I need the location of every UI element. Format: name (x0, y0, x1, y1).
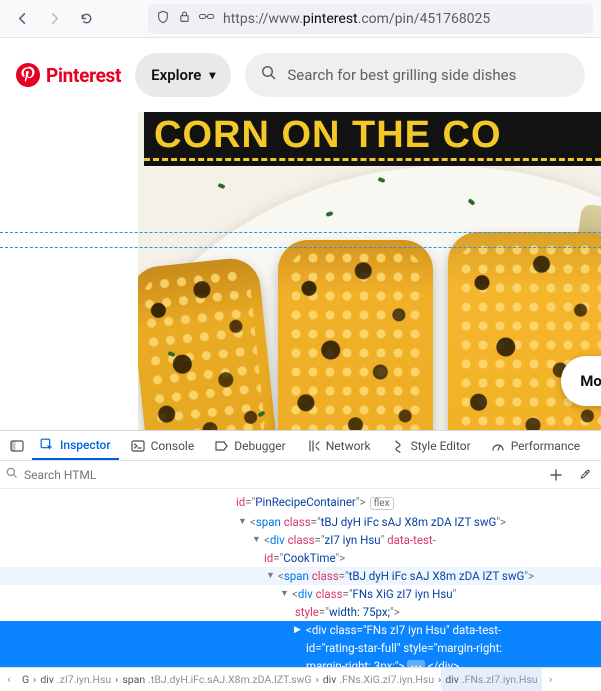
corn-cob (278, 240, 433, 430)
forward-button[interactable] (40, 5, 68, 33)
browser-toolbar: https://www.pinterest.com/pin/451768025 (0, 0, 601, 38)
dock-side-icon[interactable] (6, 435, 28, 457)
permissions-icon[interactable] (199, 10, 215, 27)
chevron-down-icon: ▾ (209, 68, 215, 82)
search-input[interactable]: Search for best grilling side dishes (245, 53, 585, 97)
tab-style-editor[interactable]: Style Editor (383, 431, 479, 460)
dom-node[interactable]: ▼<div class="FNs XiG zI7 iyn Hsu" (0, 585, 601, 603)
breadcrumbs: ‹ G › div.zI7.iyn.Hsu › span.tBJ.dyH.iFc… (0, 667, 601, 691)
lock-icon (178, 10, 191, 27)
breadcrumb-item[interactable]: span.tBJ.dyH.iFc.sAJ.X8m.zDA.IZT.swG (118, 668, 315, 691)
dom-node-selected[interactable]: ▶<div class="FNs zI7 iyn Hsu" data-test-… (0, 621, 601, 667)
shield-icon (156, 10, 170, 28)
breadcrumb-item[interactable]: G (18, 668, 33, 691)
eyedropper-button[interactable] (573, 464, 595, 486)
flex-badge[interactable]: flex (370, 497, 394, 510)
tab-performance[interactable]: Performance (483, 431, 588, 460)
search-icon (261, 65, 277, 85)
back-button[interactable] (8, 5, 36, 33)
pin-title-overlay: CORN ON THE CO (144, 112, 601, 158)
tab-inspector[interactable]: Inspector (32, 431, 119, 460)
devtools-tabs: Inspector Console Debugger Network Style… (0, 431, 601, 461)
tab-debugger[interactable]: Debugger (206, 431, 294, 460)
brand-logo[interactable]: Pinterest (16, 63, 121, 87)
site-header: Pinterest Explore ▾ Search for best gril… (0, 38, 601, 112)
dom-node[interactable]: ▼<span class="tBJ dyH iFc sAJ X8m zDA IZ… (0, 513, 601, 531)
dom-node[interactable]: id="CookTime"> (0, 549, 601, 567)
markup-view[interactable]: id="PinRecipeContainer">flex ▼<span clas… (0, 489, 601, 667)
breadcrumb-item-selected[interactable]: div.FNs.zI7.iyn.Hsu (441, 668, 541, 691)
tab-network[interactable]: Network (298, 431, 379, 460)
crumb-scroll-right[interactable]: › (542, 673, 560, 686)
reload-button[interactable] (72, 5, 100, 33)
pinterest-icon (16, 63, 40, 87)
search-icon (6, 467, 18, 482)
add-node-button[interactable] (545, 464, 567, 486)
brand-text: Pinterest (46, 64, 121, 87)
breadcrumb-item[interactable]: div.FNs.XiG.zI7.iyn.Hsu (319, 668, 438, 691)
pin-image[interactable]: CORN ON THE CO Mo (138, 112, 601, 430)
search-placeholder: Search for best grilling side dishes (287, 66, 516, 84)
url-text: https://www.pinterest.com/pin/451768025 (223, 11, 490, 27)
devtools-search-row (0, 461, 601, 489)
dom-node[interactable]: ▼<span class="tBJ dyH iFc sAJ X8m zDA IZ… (0, 567, 601, 585)
breadcrumb-item[interactable]: div.zI7.iyn.Hsu (36, 668, 115, 691)
explore-button[interactable]: Explore ▾ (135, 53, 231, 97)
crumb-scroll-left[interactable]: ‹ (0, 673, 18, 686)
corn-cob (138, 256, 278, 430)
dom-node[interactable]: style="width: 75px;"> (0, 603, 601, 621)
search-html-input[interactable] (24, 468, 539, 482)
dom-node[interactable]: ▼<div class="zI7 iyn Hsu" data-test- (0, 531, 601, 549)
dom-node[interactable]: id="PinRecipeContainer">flex (0, 493, 601, 513)
devtools-panel: Inspector Console Debugger Network Style… (0, 430, 601, 691)
url-bar[interactable]: https://www.pinterest.com/pin/451768025 (148, 4, 593, 34)
tab-console[interactable]: Console (123, 431, 203, 460)
